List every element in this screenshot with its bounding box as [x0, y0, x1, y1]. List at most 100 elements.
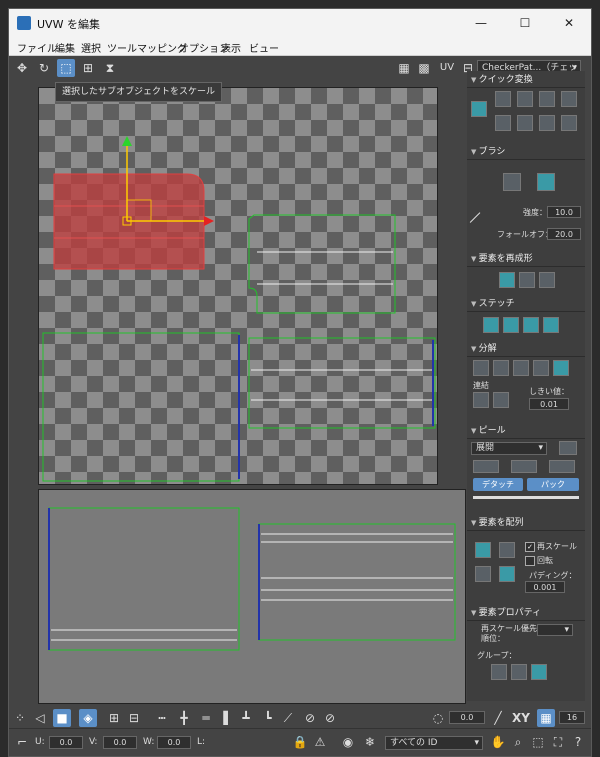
u-field[interactable]: 0.0	[49, 736, 83, 749]
rotate-ccw-icon[interactable]	[539, 91, 555, 107]
align-center-icon[interactable]	[495, 115, 511, 131]
snap-icon[interactable]	[561, 91, 577, 107]
zoom-region-icon[interactable]: ⬚	[529, 733, 547, 751]
polygon-mode-icon[interactable]: ■	[53, 709, 71, 727]
quick-transform-header[interactable]: クイック変換	[467, 73, 585, 88]
grow-selection-icon[interactable]: ⊞	[105, 709, 123, 727]
brush-header[interactable]: ブラシ	[467, 145, 585, 160]
v-field[interactable]: 0.0	[103, 736, 137, 749]
uv-viewport[interactable]	[38, 87, 438, 485]
explode-icon[interactable]	[533, 360, 549, 376]
threshold-field[interactable]: 0.01	[529, 398, 569, 410]
transform-type-icon[interactable]: ⌐	[13, 733, 31, 751]
grid-value-field[interactable]: 16	[559, 711, 585, 724]
select-similar-icon[interactable]: ┗	[259, 709, 277, 727]
group-remove-icon[interactable]	[511, 664, 527, 680]
rescale-priority-dropdown[interactable]: ▾	[537, 624, 573, 636]
menu-edit[interactable]: 編集	[55, 40, 75, 55]
maximize-icon[interactable]: ☐	[503, 9, 547, 37]
pack-together-icon[interactable]	[499, 542, 515, 558]
grid-snap-icon[interactable]: ▦	[537, 709, 555, 727]
weld-target-icon[interactable]	[493, 392, 509, 408]
align-icon[interactable]	[471, 101, 487, 117]
snowflake-icon[interactable]: ❄	[361, 733, 379, 751]
rotate-checkbox[interactable]	[525, 556, 535, 566]
rotate-icon[interactable]: ↻	[35, 59, 53, 77]
padding-field[interactable]: 0.001	[525, 581, 565, 593]
close-icon[interactable]: ✕	[547, 9, 591, 37]
uv-canvas[interactable]	[39, 88, 437, 484]
group-add-icon[interactable]	[491, 664, 507, 680]
uv-label[interactable]: UV	[437, 59, 457, 77]
id-filter-dropdown[interactable]: すべての ID ▾	[385, 736, 483, 750]
paint-grow-icon[interactable]: ⊘	[301, 709, 319, 727]
secondary-uv-canvas[interactable]	[39, 490, 465, 703]
align-horizontal-icon[interactable]	[495, 91, 511, 107]
menu-tools[interactable]: ツール	[107, 40, 137, 55]
menu-view[interactable]: ビュー	[249, 40, 279, 55]
move-icon[interactable]: ✥	[13, 59, 31, 77]
arrange-header[interactable]: 要素を配列	[467, 516, 585, 531]
group-select-icon[interactable]	[531, 664, 547, 680]
rescale-elements-icon[interactable]	[499, 566, 515, 582]
edge-loop-icon[interactable]: ═	[197, 709, 215, 727]
freeform-icon[interactable]: ⊞	[79, 59, 97, 77]
split-icon[interactable]	[513, 360, 529, 376]
relax-icon[interactable]	[519, 272, 535, 288]
menu-file[interactable]: ファイル	[17, 40, 57, 55]
straighten-icon[interactable]	[499, 272, 515, 288]
flatten-icon[interactable]	[539, 272, 555, 288]
xy-toggle[interactable]: XY	[509, 709, 533, 727]
pack-custom-icon[interactable]	[475, 566, 491, 582]
falloff-field[interactable]: 20.0	[547, 228, 581, 240]
reshape-header[interactable]: 要素を再成形	[467, 252, 585, 267]
break-icon[interactable]	[473, 360, 489, 376]
space-icon[interactable]	[517, 115, 533, 131]
lock-icon[interactable]: 🔒	[291, 733, 309, 751]
detach-edge-icon[interactable]	[493, 360, 509, 376]
minimize-icon[interactable]: —	[459, 9, 503, 37]
pack-normalize-icon[interactable]	[475, 542, 491, 558]
paint-brush-icon[interactable]	[503, 173, 521, 191]
stitch-average-icon[interactable]	[523, 317, 539, 333]
pen-icon[interactable]: ╱	[489, 709, 507, 727]
checker-icon[interactable]: ▦	[395, 59, 413, 77]
peel-option-icon[interactable]	[559, 441, 577, 455]
pivot-icon[interactable]	[561, 115, 577, 131]
angle-field[interactable]: 0.0	[449, 711, 485, 724]
pack-button[interactable]: パック	[527, 478, 579, 491]
loop-icon[interactable]: ┅	[153, 709, 171, 727]
eye-icon[interactable]: ◉	[339, 733, 357, 751]
detach-button[interactable]: デタッチ	[473, 478, 523, 491]
relax-brush-icon[interactable]	[537, 173, 555, 191]
paint-select-icon[interactable]: ⟋	[279, 709, 297, 727]
mirror-icon[interactable]: ⧗	[101, 59, 119, 77]
scale-icon[interactable]: ⬚	[57, 59, 75, 77]
weld-selected-icon[interactable]	[473, 392, 489, 408]
shrink-selection-icon[interactable]: ⊟	[125, 709, 143, 727]
zoom-extents-icon[interactable]: ⛶	[549, 733, 567, 751]
unfold-dropdown[interactable]: 展開 ▾	[471, 442, 547, 455]
ring-icon[interactable]: ╋	[175, 709, 193, 727]
rotate-cw-icon[interactable]	[539, 115, 555, 131]
properties-header[interactable]: 要素プロパティ	[467, 606, 585, 621]
w-field[interactable]: 0.0	[157, 736, 191, 749]
align-vertical-icon[interactable]	[517, 91, 533, 107]
menu-display[interactable]: 表示	[221, 40, 241, 55]
peel-quick-icon[interactable]	[473, 460, 499, 473]
peel-lscm-icon[interactable]	[511, 460, 537, 473]
zoom-icon[interactable]: ⌕	[509, 733, 527, 751]
secondary-uv-viewport[interactable]	[38, 489, 466, 704]
element-mode-icon[interactable]: ◈	[79, 709, 97, 727]
vertex-mode-icon[interactable]: ⁘	[11, 709, 29, 727]
flatten-by-icon[interactable]	[553, 360, 569, 376]
pan-icon[interactable]: ✋	[489, 733, 507, 751]
select-by-icon[interactable]: ┻	[237, 709, 255, 727]
strength-field[interactable]: 10.0	[547, 206, 581, 218]
edge-mode-icon[interactable]: ◁	[31, 709, 49, 727]
explode-header[interactable]: 分解	[467, 342, 585, 357]
stitch-target-icon[interactable]	[503, 317, 519, 333]
stitch-source-icon[interactable]	[483, 317, 499, 333]
rescale-checkbox[interactable]: ✓	[525, 542, 535, 552]
stitch-custom-icon[interactable]	[543, 317, 559, 333]
